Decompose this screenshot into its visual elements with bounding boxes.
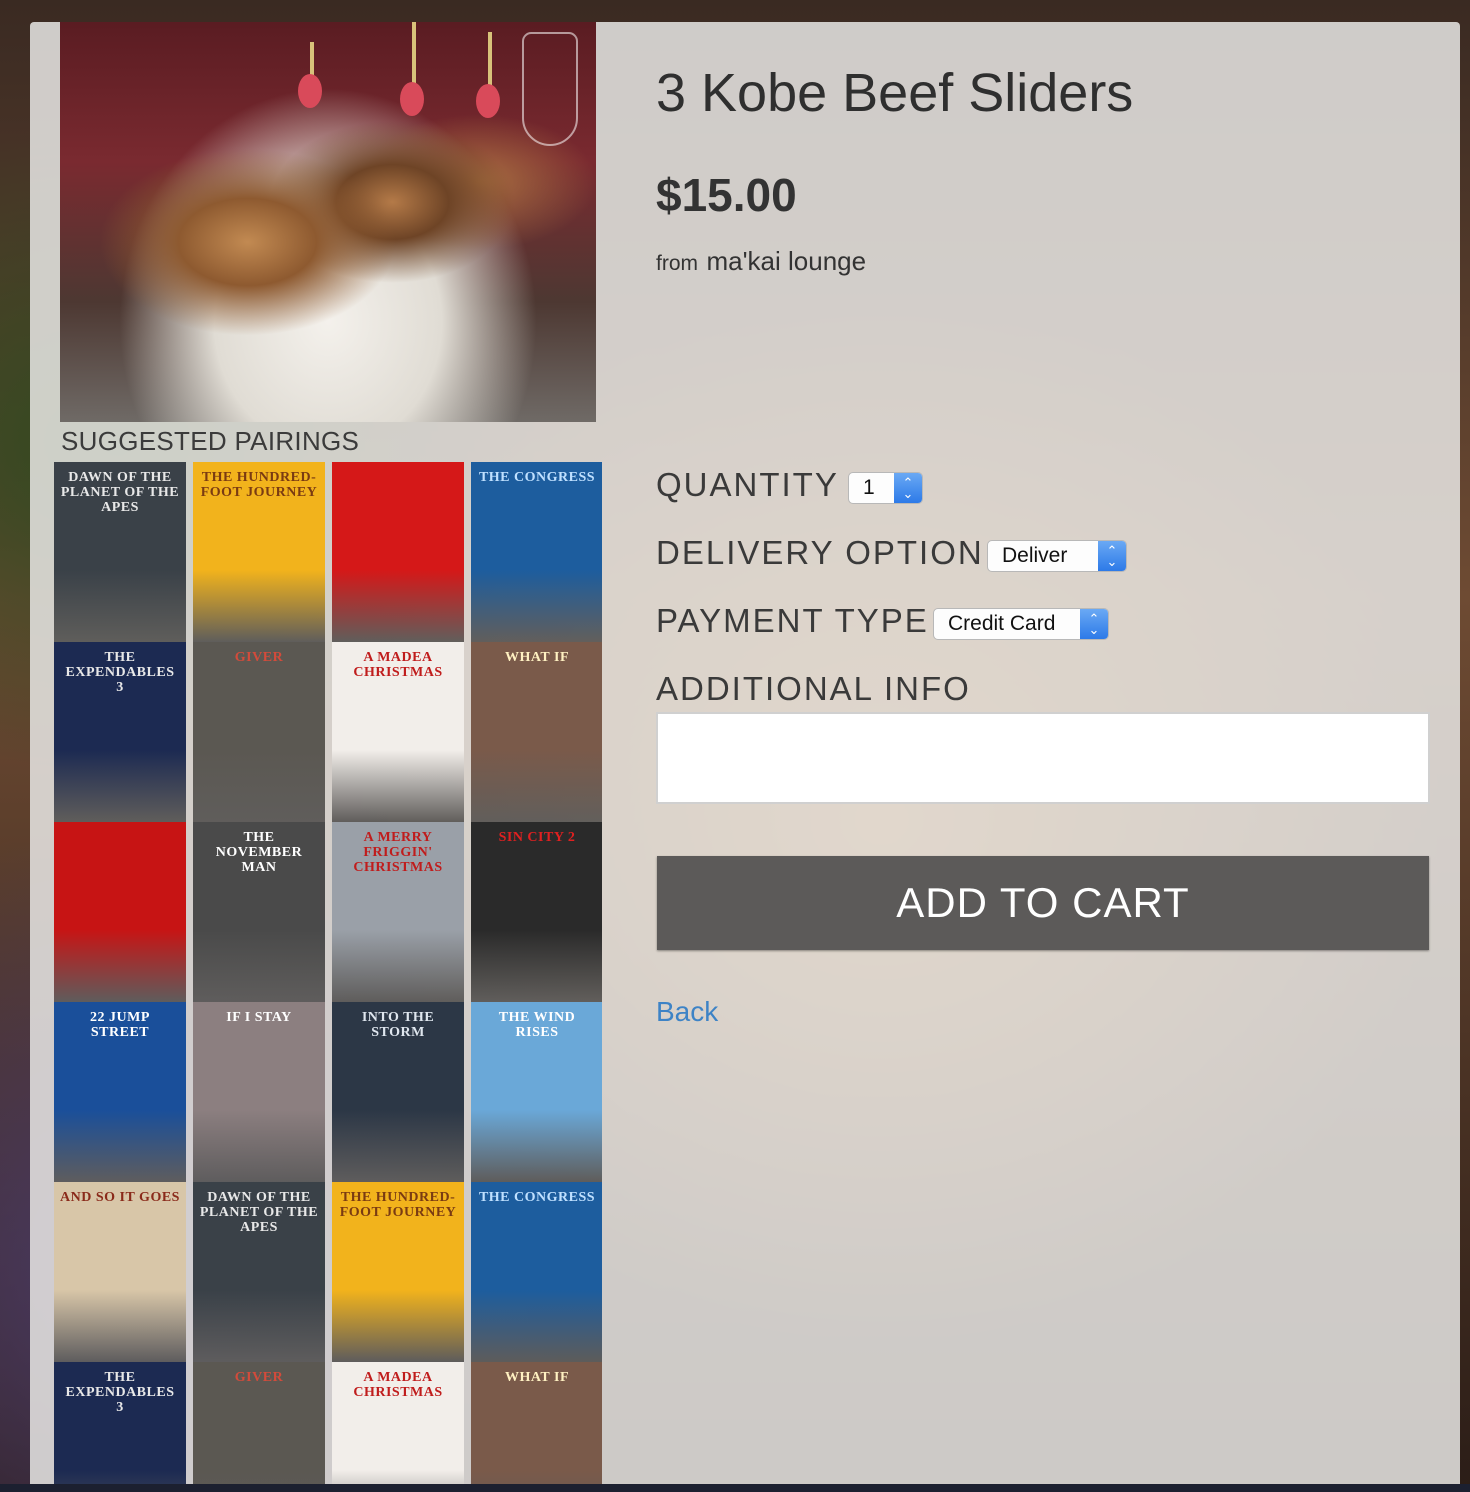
select-arrows-icon: ⌃ ⌄ (894, 473, 922, 503)
movie-poster-title: DAWN of the PLANET of the APES (60, 470, 180, 515)
movie-poster-title: GIVER (234, 650, 284, 665)
movie-poster[interactable] (332, 462, 464, 642)
restaurant-line: from ma'kai lounge (656, 246, 866, 277)
movie-poster[interactable]: THE CONGRESS (471, 1182, 602, 1362)
movie-poster-title: What If (504, 650, 570, 665)
movie-poster[interactable]: GIVER (193, 1362, 325, 1484)
movie-poster[interactable]: SIN CITY 2 (471, 822, 602, 1002)
payment-type-select[interactable]: Credit Card ⌃ ⌄ (933, 608, 1109, 640)
from-prefix: from (656, 252, 698, 275)
movie-poster-title: INTO THE STORM (361, 1010, 435, 1040)
movie-poster[interactable]: THE NOVEMBER MAN (193, 822, 325, 1002)
movie-poster[interactable]: What If (471, 642, 602, 822)
movie-poster[interactable]: THE EXPENDABLES 3 (54, 1362, 186, 1484)
add-to-cart-button[interactable]: ADD TO CART (657, 856, 1429, 950)
page-bottom-bar (0, 1484, 1470, 1492)
restaurant-name: ma'kai lounge (706, 246, 867, 276)
movie-poster[interactable]: AND SO IT GOES (54, 1182, 186, 1362)
additional-info-label: ADDITIONAL INFO (656, 670, 971, 707)
movie-poster-title: THE NOVEMBER MAN (215, 830, 303, 875)
select-arrows-icon: ⌃ ⌄ (1098, 541, 1126, 571)
movie-poster[interactable] (54, 822, 186, 1002)
movie-poster-title: AND SO IT GOES (60, 1190, 180, 1205)
movie-poster-title: THE CONGRESS (478, 1190, 596, 1205)
delivery-option-select[interactable]: Deliver ⌃ ⌄ (987, 540, 1127, 572)
movie-poster-title: THE EXPENDABLES 3 (65, 650, 175, 695)
payment-type-label: PAYMENT TYPE (656, 602, 929, 639)
quantity-select[interactable]: 1 ⌃ ⌄ (848, 472, 923, 504)
movie-poster[interactable]: 22 JUMP STREET (54, 1002, 186, 1182)
skewer-decor (488, 32, 492, 92)
movie-poster[interactable]: A Madea Christmas (332, 1362, 464, 1484)
movie-poster[interactable]: if i stay (193, 1002, 325, 1182)
movie-poster[interactable]: THE WIND RISES (471, 1002, 602, 1182)
movie-poster-title: SIN CITY 2 (498, 830, 576, 845)
payment-type-value: Credit Card (948, 612, 1056, 635)
movie-poster-title: 22 JUMP STREET (90, 1010, 150, 1040)
radish-decor (400, 82, 424, 116)
movie-poster[interactable]: DAWN of the PLANET of the APES (54, 462, 186, 642)
additional-info-input[interactable] (656, 712, 1430, 804)
movie-poster-title: A Madea Christmas (353, 1370, 443, 1400)
movie-poster-title: if i stay (226, 1010, 292, 1025)
movie-poster[interactable]: THE HUNDRED-FOOT JOURNEY (193, 462, 325, 642)
suggested-pairings-heading: SUGGESTED PAIRINGS (61, 426, 360, 456)
movie-poster-title: THE WIND RISES (498, 1010, 576, 1040)
movie-poster-title: DAWN of the PLANET of the APES (199, 1190, 319, 1235)
movie-poster-title: THE HUNDRED-FOOT JOURNEY (339, 1190, 457, 1220)
movie-poster[interactable]: A Madea Christmas (332, 642, 464, 822)
delivery-option-value: Deliver (1002, 544, 1068, 567)
radish-decor (298, 74, 322, 108)
quantity-value: 1 (863, 476, 875, 499)
movie-poster[interactable]: DAWN of the PLANET of the APES (193, 1182, 325, 1362)
quantity-label: QUANTITY (656, 466, 839, 503)
movie-poster-title: GIVER (234, 1370, 284, 1385)
wine-glass-decor (522, 32, 578, 146)
movie-poster[interactable]: What If (471, 1362, 602, 1484)
movie-poster[interactable]: THE EXPENDABLES 3 (54, 642, 186, 822)
movie-poster-title: What If (504, 1370, 570, 1385)
product-image (60, 22, 596, 422)
pairings-grid: DAWN of the PLANET of the APES THE HUNDRE… (54, 462, 602, 1484)
movie-poster[interactable]: THE HUNDRED-FOOT JOURNEY (332, 1182, 464, 1362)
movie-poster-title: THE EXPENDABLES 3 (65, 1370, 175, 1415)
select-arrows-icon: ⌃ ⌄ (1080, 609, 1108, 639)
movie-poster[interactable]: A MERRY FRIGGIN' CHRISTMAS (332, 822, 464, 1002)
movie-poster-title: THE CONGRESS (478, 470, 596, 485)
product-price: $15.00 (656, 169, 797, 221)
delivery-option-label: DELIVERY OPTION (656, 534, 984, 571)
movie-poster[interactable]: INTO THE STORM (332, 1002, 464, 1182)
movie-poster[interactable]: THE CONGRESS (471, 462, 602, 642)
movie-poster-title: A Madea Christmas (353, 650, 443, 680)
product-title: 3 Kobe Beef Sliders (656, 63, 1134, 123)
movie-poster[interactable]: GIVER (193, 642, 325, 822)
back-link[interactable]: Back (656, 996, 718, 1028)
movie-poster-title: THE HUNDRED-FOOT JOURNEY (200, 470, 318, 500)
movie-poster-title: A MERRY FRIGGIN' CHRISTMAS (353, 830, 443, 875)
radish-decor (476, 84, 500, 118)
